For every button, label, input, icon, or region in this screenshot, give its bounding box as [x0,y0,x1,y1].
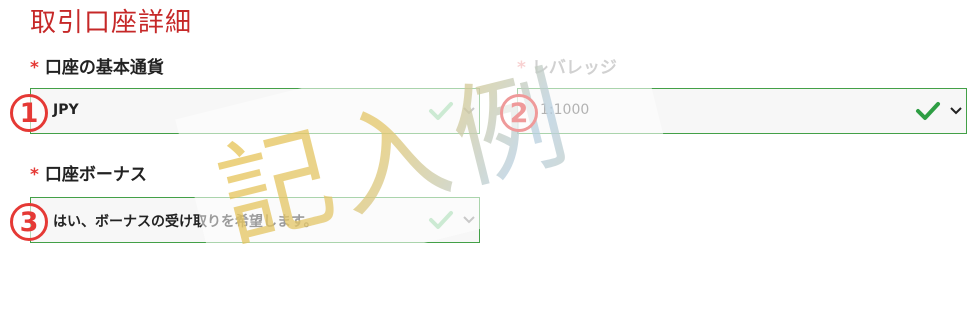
check-icon [429,102,453,120]
step-marker-2: 2 [500,94,538,132]
base-currency-label-text: 口座の基本通貨 [44,58,164,78]
chevron-down-icon[interactable] [950,106,962,116]
leverage-label: * レバレッジ [517,53,617,78]
chevron-down-icon[interactable] [463,215,475,225]
step-marker-3: 3 [10,203,48,241]
check-icon [916,102,940,120]
bonus-value: はい、ボーナスの受け取りを希望します。 [53,214,318,230]
leverage-label-text: レバレッジ [531,58,617,78]
bonus-select[interactable]: はい、ボーナスの受け取りを希望します。 [30,197,480,243]
section-title: 取引口座詳細 [30,8,193,38]
leverage-value: 1:1000 [540,102,590,118]
base-currency-select[interactable]: JPY [30,88,480,134]
chevron-down-icon[interactable] [463,106,475,116]
watermark-text: 記入例 [193,0,747,321]
bonus-label-text: 口座ボーナス [44,165,147,185]
leverage-select[interactable]: 1:1000 [517,88,967,134]
step-marker-1: 1 [10,94,48,132]
required-mark: * [517,58,526,78]
required-mark: * [30,165,39,185]
base-currency-label: * 口座の基本通貨 [30,53,164,78]
required-mark: * [30,58,39,78]
watermark-backdrop [175,5,675,295]
base-currency-value: JPY [53,102,79,118]
bonus-label: * 口座ボーナス [30,160,147,185]
check-icon [429,211,453,229]
